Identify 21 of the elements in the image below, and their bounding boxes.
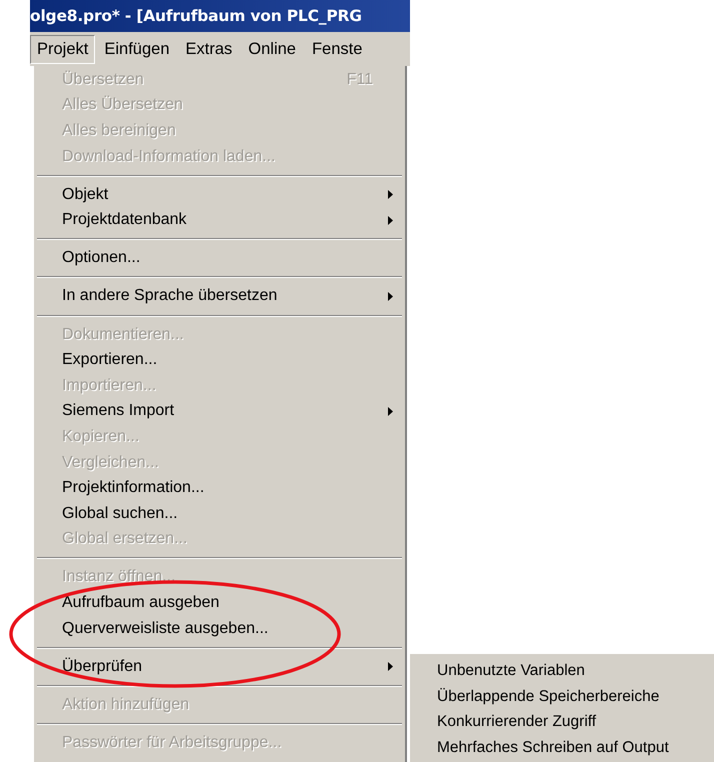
window-title: olge8.pro* - [Aufrufbaum von PLC_PRG [30,7,362,25]
submenu-item[interactable]: Unbenutzte Variablen [410,658,714,684]
menu-item[interactable]: Objekt [34,182,405,208]
menu-item[interactable]: Querverweisliste ausgeben... [34,616,405,642]
menu-item[interactable]: Projektinformation... [34,475,405,501]
menu-bar-item[interactable]: Einfügen [97,34,176,64]
submenu-item[interactable]: Konkurrierender Zugriff [410,709,714,736]
menu-bar-item[interactable]: Online [241,34,303,64]
submenu-item[interactable]: Mehrfaches Schreiben auf Output [410,735,714,761]
menu-item[interactable]: Optionen... [34,246,405,272]
menu-bar-item[interactable]: Fenste [304,34,370,64]
menu-item[interactable]: Projektdatenbank [34,207,405,234]
menu-item[interactable]: Überprüfen [34,654,405,680]
menu-bar-item[interactable]: Projekt [30,34,96,64]
menu-item[interactable]: Aufrufbaum ausgeben [34,590,405,616]
menu-bar-item[interactable]: Extras [178,34,240,64]
menu-item[interactable]: Global suchen... [34,500,405,526]
menu-item[interactable]: Siemens Import [34,398,405,424]
submenu-item[interactable]: Überlappende Speicherbereiche [410,684,714,710]
menu-item[interactable]: Exportieren... [34,347,405,373]
menu-item[interactable]: In andere Sprache übersetzen [34,284,405,310]
